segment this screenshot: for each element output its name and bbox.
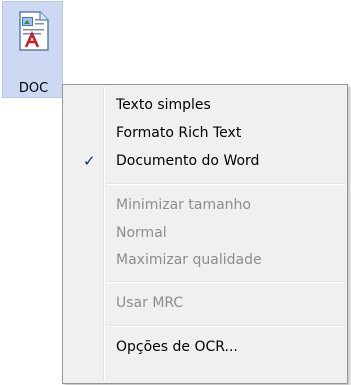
menu-item-label: Documento do Word (116, 153, 260, 169)
menu-item-normal[interactable]: Normal (63, 221, 347, 245)
menu-separator (107, 325, 345, 327)
doc-format-button[interactable]: DOC (2, 1, 63, 98)
menu-item-label: Normal (116, 225, 167, 241)
menu-item-label: Opções de OCR... (116, 339, 238, 355)
checkmark-icon: ✓ (83, 152, 96, 170)
menu-item-label: Maximizar qualidade (116, 252, 262, 268)
menu-item-label: Usar MRC (116, 295, 184, 311)
menu-separator (107, 183, 345, 185)
doc-label: DOC (18, 81, 49, 96)
menu-item-maximizar-qualidade[interactable]: Maximizar qualidade (63, 248, 347, 272)
menu-item-texto-simples[interactable]: Texto simples (63, 93, 347, 117)
menu-item-formato-rich-text[interactable]: Formato Rich Text (63, 121, 347, 145)
format-context-menu: Texto simples Formato Rich Text ✓ Docume… (62, 84, 348, 384)
menu-item-label: Formato Rich Text (116, 125, 242, 141)
menu-item-opcoes-de-ocr[interactable]: Opções de OCR... (63, 335, 347, 359)
menu-item-usar-mrc[interactable]: Usar MRC (63, 291, 347, 315)
menu-item-label: Texto simples (116, 97, 211, 113)
word-document-icon (19, 11, 49, 51)
menu-separator (107, 281, 345, 283)
menu-item-label: Minimizar tamanho (116, 197, 251, 213)
menu-item-documento-do-word[interactable]: ✓ Documento do Word (63, 149, 347, 173)
menu-item-minimizar-tamanho[interactable]: Minimizar tamanho (63, 193, 347, 217)
